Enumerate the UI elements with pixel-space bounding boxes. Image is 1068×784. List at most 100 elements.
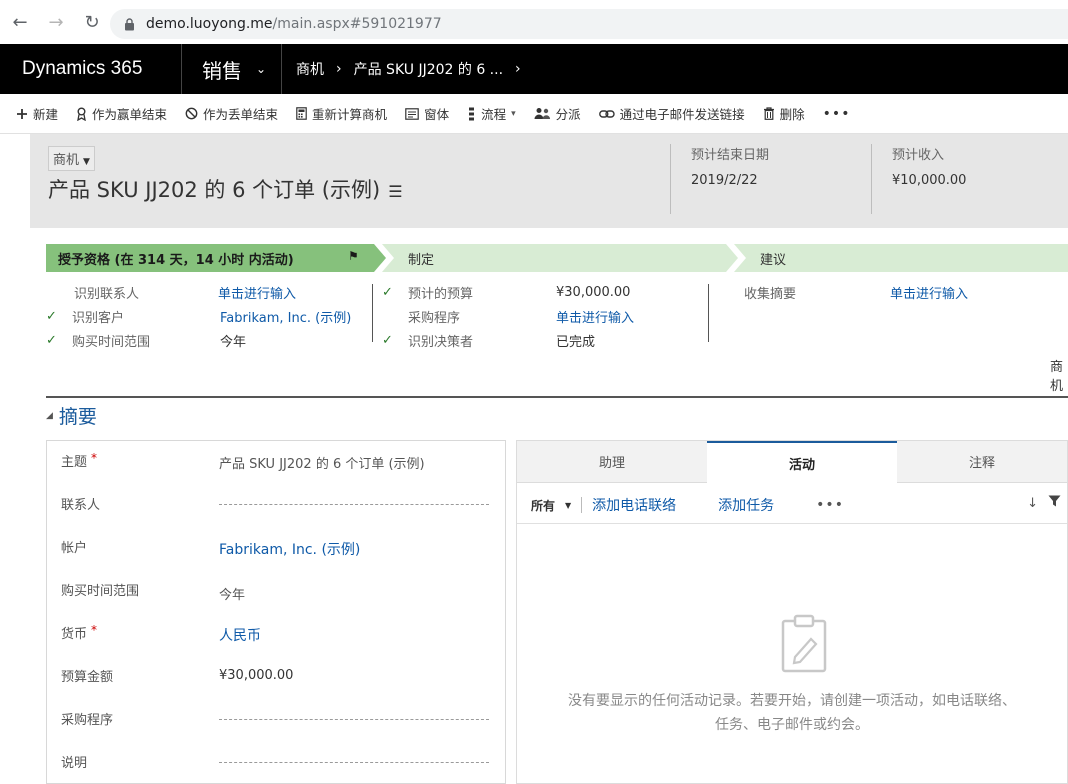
step-purchase-timeframe: ✓ 购买时间范围 今年: [46, 332, 247, 350]
activity-body: 所有 ▼ 添加电话联络 添加任务 ••• ↓ 没有要显示的任何活动记录。若要开始…: [517, 483, 1067, 783]
brand-title[interactable]: Dynamics 365: [0, 44, 182, 94]
lock-icon: [122, 17, 136, 31]
stage-propose[interactable]: 建议: [734, 244, 1068, 272]
address-bar[interactable]: demo.luoyong.me/main.aspx#591021977: [110, 9, 1068, 39]
field-budget-amount[interactable]: 预算金额 ¥30,000.00: [47, 656, 507, 699]
more-icon: •••: [822, 105, 851, 122]
email-link-button[interactable]: 通过电子邮件发送链接: [598, 104, 745, 123]
add-task-button[interactable]: 添加任务: [718, 495, 774, 515]
activity-panel: 助理 活动 注释 所有 ▼ 添加电话联络 添加任务 ••• ↓ 没有要显示的任何…: [516, 440, 1068, 784]
empty-field-dashes[interactable]: [219, 504, 489, 505]
step-identify-account: ✓ 识别客户 Fabrikam, Inc. (示例): [46, 308, 352, 326]
new-button[interactable]: 新建: [16, 104, 58, 123]
close-as-won-button[interactable]: 作为赢单结束: [76, 104, 167, 123]
field-purchase-process[interactable]: 采购程序: [47, 699, 507, 742]
flag-icon: ⚑: [348, 249, 359, 263]
module-label: 销售: [202, 58, 242, 83]
breadcrumb-item-record[interactable]: 产品 SKU JJ202 的 6 ...: [354, 59, 503, 79]
url-host: demo.luoyong.me: [146, 16, 273, 32]
step-decision-maker: ✓ 识别决策者 已完成: [382, 332, 596, 350]
add-phone-call-button[interactable]: 添加电话联络: [592, 495, 676, 515]
section-divider: [46, 396, 1068, 398]
main-content: 授予资格 (在 314 天，14 小时 内活动) ⚑ 制定 建议 识别联系人 单…: [30, 228, 1068, 784]
checkmark-icon: ✓: [46, 332, 57, 348]
tab-activities[interactable]: 活动: [707, 441, 897, 483]
flow-icon: [467, 107, 476, 121]
caret-down-icon: ▾: [511, 108, 516, 119]
step-identify-contact: 识别联系人 单击进行输入: [74, 286, 297, 302]
filter-icon[interactable]: [1048, 495, 1061, 511]
divider: [708, 284, 709, 342]
collapse-triangle-icon: ◢: [46, 410, 53, 421]
entity-selector[interactable]: 商机 ▼: [48, 146, 95, 171]
trash-icon: [763, 107, 775, 120]
step-purchase-process: 采购程序 单击进行输入: [408, 310, 635, 326]
caret-down-icon[interactable]: ▼: [565, 501, 571, 510]
award-icon: [76, 107, 87, 121]
block-icon: [185, 107, 198, 120]
field-purchase-timeframe[interactable]: 购买时间范围 今年: [47, 570, 507, 613]
assign-button[interactable]: 分派: [534, 104, 581, 123]
header-field-est-revenue: 预计收入 ¥10,000.00: [871, 144, 1068, 214]
step-capture-summary: 收集摘要 单击进行输入: [744, 286, 969, 302]
record-header: 商机 ▼ 产品 SKU JJ202 的 6 个订单 (示例) ☰ 预计结束日期 20…: [30, 134, 1068, 228]
step-est-budget: ✓ 预计的预算 ¥30,000.00: [382, 284, 631, 302]
field-topic[interactable]: 主题 * 产品 SKU JJ202 的 6 个订单 (示例): [47, 441, 507, 484]
empty-field-dashes[interactable]: [219, 762, 489, 763]
list-menu-icon[interactable]: ☰: [388, 182, 402, 201]
activity-filter[interactable]: 所有: [531, 497, 555, 514]
back-arrow-icon[interactable]: ←: [4, 6, 36, 38]
summary-form: 主题 * 产品 SKU JJ202 的 6 个订单 (示例) 联系人 帐户 Fab…: [46, 440, 506, 784]
chevron-down-icon: ⌄: [256, 62, 267, 76]
module-switcher[interactable]: 销售 ⌄: [182, 44, 282, 94]
truncated-tab-label[interactable]: 商机: [1050, 356, 1068, 394]
field-account[interactable]: 帐户 Fabrikam, Inc. (示例): [47, 527, 507, 570]
required-marker: *: [91, 623, 98, 637]
delete-button[interactable]: 删除: [763, 104, 805, 123]
activity-toolbar: 所有 ▼ 添加电话联络 添加任务 ••• ↓: [531, 493, 1061, 517]
app-header: Dynamics 365 销售 ⌄ 商机 › 产品 SKU JJ202 的 6 …: [0, 44, 1068, 94]
forward-arrow-icon[interactable]: →: [40, 6, 72, 38]
stage-qualify[interactable]: 授予资格 (在 314 天，14 小时 内活动) ⚑: [46, 244, 386, 272]
checkmark-icon: ✓: [382, 332, 393, 348]
empty-field-dashes[interactable]: [219, 719, 489, 720]
empty-state-message: 没有要显示的任何活动记录。若要开始，请创建一项活动，如电话联络、 任务、电子邮件…: [568, 693, 1016, 733]
process-steps-develop: ✓ 预计的预算 ¥30,000.00 采购程序 单击进行输入 ✓ 识别决策者 已…: [382, 280, 702, 352]
sort-arrow-down-icon[interactable]: ↓: [1027, 496, 1038, 511]
tab-assistant[interactable]: 助理: [517, 441, 707, 483]
field-description[interactable]: 说明: [47, 742, 507, 784]
required-marker: *: [91, 451, 98, 465]
recalculate-button[interactable]: 重新计算商机: [296, 104, 387, 123]
left-gutter: [0, 134, 30, 784]
browser-toolbar: ← → ↻ demo.luoyong.me/main.aspx#59102197…: [0, 0, 1068, 44]
chevron-right-icon: ›: [336, 61, 342, 77]
section-summary-header[interactable]: ◢ 摘要: [46, 402, 97, 429]
process-bar: 授予资格 (在 314 天，14 小时 内活动) ⚑ 制定 建议: [46, 244, 1068, 272]
checkmark-icon: ✓: [46, 308, 57, 324]
close-as-lost-button[interactable]: 作为丢单结束: [185, 104, 278, 123]
page-title: 产品 SKU JJ202 的 6 个订单 (示例) ☰: [48, 178, 403, 202]
breadcrumb: 商机 › 产品 SKU JJ202 的 6 ... ›: [282, 59, 533, 79]
divider: [372, 284, 373, 342]
field-currency[interactable]: 货币 * 人民币: [47, 613, 507, 656]
link-icon: [598, 109, 615, 119]
more-commands-button[interactable]: •••: [823, 106, 851, 122]
more-icon[interactable]: •••: [816, 497, 844, 513]
field-contact[interactable]: 联系人: [47, 484, 507, 527]
form-icon: [405, 107, 419, 120]
process-steps-qualify: 识别联系人 单击进行输入 ✓ 识别客户 Fabrikam, Inc. (示例) …: [46, 280, 376, 352]
command-bar: 新建 作为赢单结束 作为丢单结束 重新计算商机 窗体 流程 ▾ 分派 通过电子邮…: [0, 94, 1068, 134]
checkmark-icon: ✓: [382, 284, 393, 300]
form-button[interactable]: 窗体: [405, 104, 449, 123]
activity-tabs: 助理 活动 注释: [517, 441, 1068, 483]
reload-icon[interactable]: ↻: [76, 6, 108, 38]
chevron-right-icon[interactable]: ›: [515, 61, 521, 77]
stage-develop[interactable]: 制定: [382, 244, 738, 272]
clipboard-icon: [779, 613, 829, 673]
breadcrumb-item-entity[interactable]: 商机: [296, 59, 324, 79]
tab-notes[interactable]: 注释: [897, 441, 1067, 483]
url-path: /main.aspx#591021977: [272, 16, 442, 32]
users-icon: [534, 107, 551, 120]
process-button[interactable]: 流程 ▾: [467, 104, 516, 123]
process-steps-propose: 收集摘要 单击进行输入: [718, 280, 1058, 304]
